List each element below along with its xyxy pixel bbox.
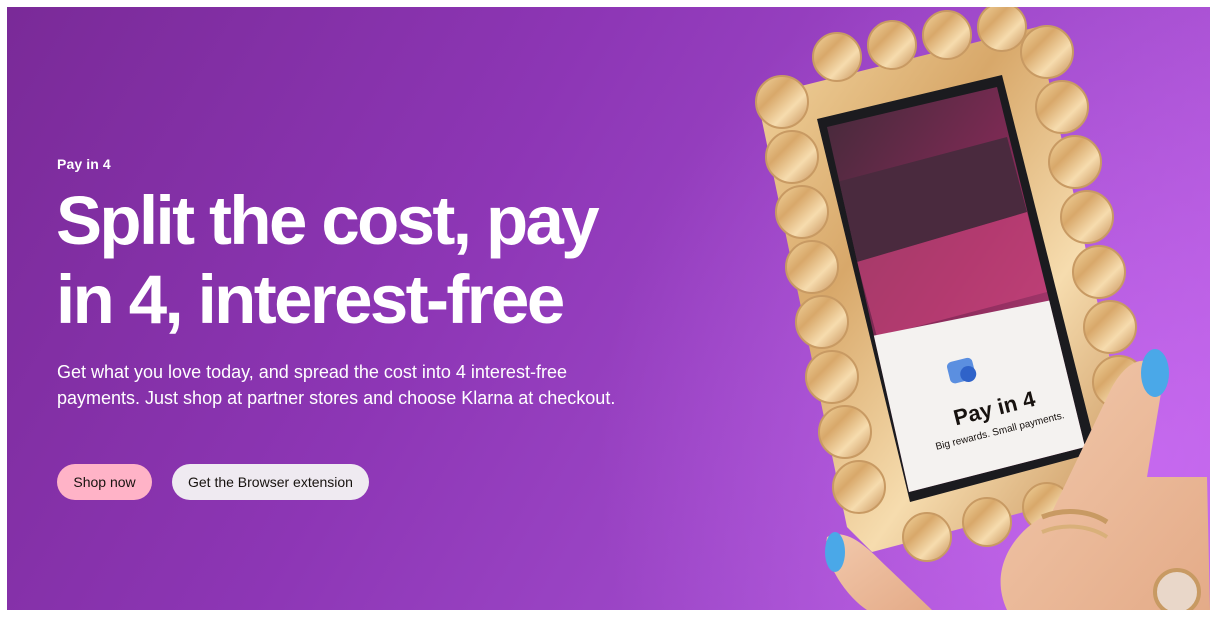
browser-extension-button[interactable]: Get the Browser extension bbox=[172, 464, 369, 500]
hero-image: Pay in 4 Big rewards. Small payments. bbox=[755, 7, 1210, 610]
hero-headline: Split the cost, pay in 4, interest-free bbox=[56, 182, 600, 338]
ring bbox=[1153, 568, 1201, 610]
nail bbox=[1141, 349, 1169, 397]
hero-description: Get what you love today, and spread the … bbox=[57, 362, 616, 408]
shop-now-button[interactable]: Shop now bbox=[57, 464, 152, 500]
eyebrow-label: Pay in 4 bbox=[57, 156, 111, 172]
hero-section: Pay in 4 Split the cost, pay in 4, inter… bbox=[7, 7, 1210, 610]
